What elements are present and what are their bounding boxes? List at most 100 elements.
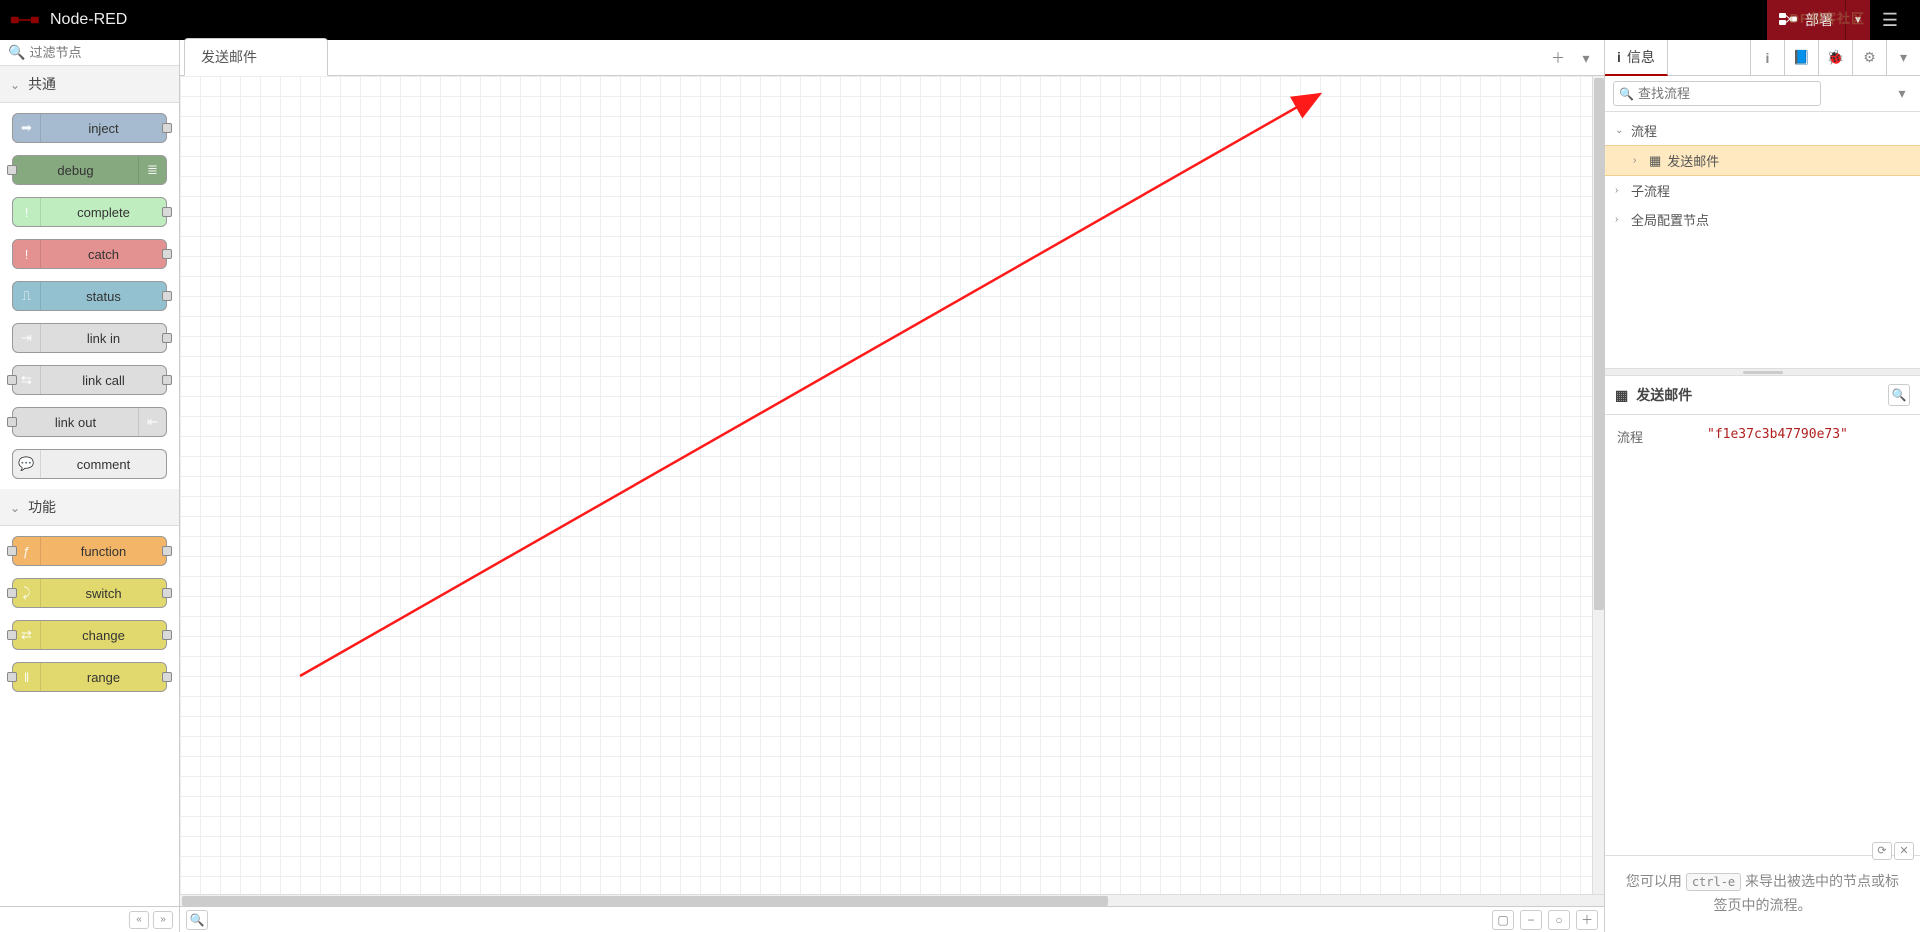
palette-category[interactable]: 功能	[0, 489, 179, 526]
input-port[interactable]	[7, 546, 17, 556]
palette-node-link-out[interactable]: link out⇤	[12, 407, 167, 437]
toggle-navigator-button[interactable]: 🔍	[186, 910, 208, 930]
output-port[interactable]	[162, 588, 172, 598]
tip-refresh-button[interactable]: ⟳	[1872, 842, 1892, 860]
palette-node-switch[interactable]: ⤸switch	[12, 578, 167, 608]
sidebar-tab-more[interactable]: ▾	[1886, 40, 1920, 75]
comment-icon: 💬	[13, 450, 41, 478]
flow-tab[interactable]: 发送邮件	[184, 38, 328, 76]
app-header: Node-RED DF创客社区 部署 ▼ ☰	[0, 0, 1920, 40]
bug-icon: 🐞	[1827, 49, 1844, 66]
palette-collapse-button[interactable]: «	[129, 911, 149, 929]
tree-subflows[interactable]: ›子流程	[1605, 176, 1920, 205]
palette-node-complete[interactable]: !complete	[12, 197, 167, 227]
node-red-logo-icon	[10, 12, 50, 28]
property-key: 流程	[1617, 427, 1707, 446]
main-menu-button[interactable]: ☰	[1870, 0, 1910, 40]
debug-icon: ≣	[138, 156, 166, 184]
palette-node-status[interactable]: ⎍status	[12, 281, 167, 311]
sidebar-tab-config[interactable]: ⚙	[1852, 40, 1886, 75]
tip-close-button[interactable]: ✕	[1894, 842, 1914, 860]
sidebar-tree: ⌄流程 ›▦发送邮件 ›子流程 ›全局配置节点	[1605, 112, 1920, 238]
palette-node-link-call[interactable]: ⇆link call	[12, 365, 167, 395]
zoom-in-button[interactable]: ＋	[1576, 910, 1598, 930]
palette-node-label: inject	[41, 121, 166, 136]
input-port[interactable]	[7, 672, 17, 682]
map-view-button[interactable]: ▢	[1492, 910, 1514, 930]
palette-filter-input[interactable]	[29, 45, 171, 60]
sidebar-tab-help[interactable]: i	[1750, 40, 1784, 75]
sidebar-search-input[interactable]	[1613, 81, 1821, 106]
tip-text-suffix: 来导出被选中的节点或标签页中的流程。	[1714, 873, 1900, 913]
search-icon: 🔍	[8, 44, 25, 61]
sidebar-search-dropdown[interactable]: ▾	[1892, 85, 1912, 102]
palette-node-change[interactable]: ⇄change	[12, 620, 167, 650]
palette-node-label: range	[41, 670, 166, 685]
workspace-tabs: 发送邮件 ＋ ▾	[180, 40, 1604, 76]
palette-node-label: link in	[41, 331, 166, 346]
palette-node-function[interactable]: ƒfunction	[12, 536, 167, 566]
output-port[interactable]	[162, 249, 172, 259]
palette-expand-button[interactable]: »	[153, 911, 173, 929]
palette-node-label: complete	[41, 205, 166, 220]
input-port[interactable]	[7, 165, 17, 175]
deploy-button[interactable]: 部署 ▼	[1767, 0, 1870, 40]
close-icon: ✕	[1899, 842, 1908, 861]
palette-node-catch[interactable]: !catch	[12, 239, 167, 269]
sidebar-tab-info[interactable]: i 信息	[1605, 40, 1668, 76]
palette-node-label: switch	[41, 586, 166, 601]
palette-node-label: comment	[41, 457, 166, 472]
zoom-reset-button[interactable]: ○	[1548, 910, 1570, 930]
chevron-down-icon: ▾	[1582, 50, 1589, 67]
output-port[interactable]	[162, 546, 172, 556]
palette-node-range[interactable]: ‖range	[12, 662, 167, 692]
tree-global-config[interactable]: ›全局配置节点	[1605, 205, 1920, 234]
flow-canvas[interactable]	[180, 76, 1604, 894]
input-port[interactable]	[7, 375, 17, 385]
palette-node-inject[interactable]: ➡inject	[12, 113, 167, 143]
output-port[interactable]	[162, 291, 172, 301]
deploy-dropdown-arrow[interactable]: ▼	[1846, 15, 1870, 26]
chevron-right-icon: ›	[1633, 155, 1643, 166]
output-port[interactable]	[162, 123, 172, 133]
link-call-icon: ⇆	[13, 366, 41, 394]
info-icon: i	[1766, 50, 1770, 66]
output-port[interactable]	[162, 207, 172, 217]
palette-category[interactable]: 共通	[0, 66, 179, 103]
canvas-vertical-scrollbar[interactable]	[1592, 76, 1604, 894]
plus-icon: ＋	[1551, 48, 1565, 68]
input-port[interactable]	[7, 417, 17, 427]
search-icon: 🔍	[1619, 87, 1634, 101]
link-in-icon: ⇥	[13, 324, 41, 352]
search-icon: 🔍	[1892, 388, 1907, 402]
sidebar-detail-title: 发送邮件	[1636, 385, 1692, 405]
output-port[interactable]	[162, 630, 172, 640]
add-flow-button[interactable]: ＋	[1546, 46, 1570, 70]
info-icon: i	[1617, 49, 1621, 65]
sidebar-tab-debug[interactable]: 🐞	[1818, 40, 1852, 75]
sidebar-divider[interactable]	[1605, 368, 1920, 376]
tip-text-prefix: 您可以用	[1626, 873, 1686, 889]
tip-kbd: ctrl-e	[1686, 873, 1741, 891]
tree-flow-item[interactable]: ›▦发送邮件	[1605, 145, 1920, 176]
book-icon: 📘	[1793, 49, 1810, 66]
workspace-footer: 🔍 ▢ − ○ ＋	[180, 906, 1604, 932]
palette-node-comment[interactable]: 💬comment	[12, 449, 167, 479]
input-port[interactable]	[7, 630, 17, 640]
palette-node-debug[interactable]: debug≣	[12, 155, 167, 185]
tree-flows[interactable]: ⌄流程	[1605, 116, 1920, 145]
input-port[interactable]	[7, 588, 17, 598]
sidebar-tab-docs[interactable]: 📘	[1784, 40, 1818, 75]
flow-icon: ▦	[1615, 387, 1628, 404]
detail-search-button[interactable]: 🔍	[1888, 384, 1910, 406]
refresh-icon: ⟳	[1877, 842, 1886, 861]
flow-menu-button[interactable]: ▾	[1574, 46, 1598, 70]
output-port[interactable]	[162, 672, 172, 682]
output-port[interactable]	[162, 333, 172, 343]
palette-filter[interactable]: 🔍	[0, 40, 179, 66]
output-port[interactable]	[162, 375, 172, 385]
zoom-out-button[interactable]: −	[1520, 910, 1542, 930]
plus-icon: ＋	[1581, 911, 1593, 928]
canvas-horizontal-scrollbar[interactable]	[180, 894, 1604, 906]
palette-node-link-in[interactable]: ⇥link in	[12, 323, 167, 353]
